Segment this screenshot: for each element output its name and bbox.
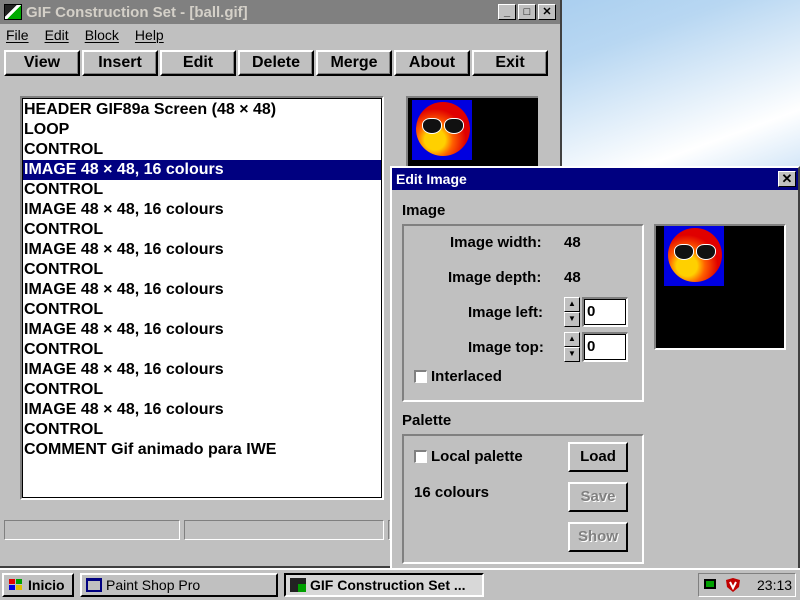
clock[interactable]: 23:13 [757,577,792,593]
dialog-title: Edit Image [396,171,467,187]
ball-image [664,226,724,286]
image-group-label: Image [402,202,446,219]
menu-bar: File Edit Block Help [0,24,560,46]
block-list-item[interactable]: HEADER GIF89a Screen (48 × 48) [22,100,382,120]
antivirus-shield-icon[interactable] [725,577,741,593]
exit-button[interactable]: Exit [472,50,548,76]
network-icon[interactable] [703,578,719,592]
main-title-bar[interactable]: GIF Construction Set - [ball.gif] _ □ ✕ [0,0,560,24]
start-button[interactable]: Inicio [2,573,74,597]
interlaced-checkbox-row[interactable]: Interlaced [414,368,502,385]
windows-logo-icon [9,579,22,590]
minimize-button[interactable]: _ [498,4,516,20]
insert-button[interactable]: Insert [82,50,158,76]
colours-count: 16 colours [414,484,490,501]
animation-preview [406,96,538,168]
task-paint-shop-pro[interactable]: Paint Shop Pro [80,573,278,597]
block-list-item[interactable]: LOOP [22,120,382,140]
block-list-item[interactable]: CONTROL [22,220,382,240]
palette-group-label: Palette [402,412,452,429]
local-palette-checkbox-row[interactable]: Local palette [414,448,523,465]
load-button[interactable]: Load [568,442,628,472]
block-list-item[interactable]: CONTROL [22,300,382,320]
frame-preview [654,224,786,350]
edit-button[interactable]: Edit [160,50,236,76]
block-list-item[interactable]: CONTROL [22,340,382,360]
menu-file[interactable]: File [6,27,29,43]
image-left-input[interactable]: 0 [582,297,628,327]
image-top-input[interactable]: 0 [582,332,628,362]
image-top-spinner[interactable]: ▲ ▼ [564,332,580,362]
image-depth-value: 48 [564,269,581,286]
block-list-item[interactable]: IMAGE 48 × 48, 16 colours [22,280,382,300]
image-depth-label: Image depth: [448,269,542,286]
view-button[interactable]: View [4,50,80,76]
maximize-button[interactable]: □ [518,4,536,20]
system-tray: 23:13 [698,573,796,597]
interlaced-label: Interlaced [431,368,502,385]
image-top-label: Image top: [468,339,544,356]
close-button[interactable]: ✕ [538,4,556,20]
dialog-close-button[interactable]: ✕ [778,171,796,187]
delete-button[interactable]: Delete [238,50,314,76]
window-title: GIF Construction Set - [ball.gif] [26,3,248,21]
dialog-title-bar[interactable]: Edit Image ✕ [392,168,798,190]
task-gif-construction-set[interactable]: GIF Construction Set ... [284,573,484,597]
menu-block[interactable]: Block [85,27,119,43]
block-list-item[interactable]: IMAGE 48 × 48, 16 colours [22,160,382,180]
block-list-item[interactable]: IMAGE 48 × 48, 16 colours [22,240,382,260]
block-list-item[interactable]: IMAGE 48 × 48, 16 colours [22,320,382,340]
block-list-item[interactable]: IMAGE 48 × 48, 16 colours [22,360,382,380]
interlaced-checkbox[interactable] [414,370,427,383]
edit-image-dialog: Edit Image ✕ Image Image width: 48 Image… [390,166,800,570]
start-label: Inicio [28,577,65,593]
block-list-item[interactable]: CONTROL [22,180,382,200]
image-left-spinner[interactable]: ▲ ▼ [564,297,580,327]
gif-construction-set-icon [290,578,306,592]
status-cell-1 [4,520,180,540]
image-width-label: Image width: [450,234,542,251]
save-button[interactable]: Save [568,482,628,512]
local-palette-checkbox[interactable] [414,450,427,463]
block-list-item[interactable]: IMAGE 48 × 48, 16 colours [22,200,382,220]
about-button[interactable]: About [394,50,470,76]
block-list-item[interactable]: CONTROL [22,380,382,400]
block-list-item[interactable]: CONTROL [22,420,382,440]
toolbar: View Insert Edit Delete Merge About Exit [4,50,548,76]
spin-down-icon[interactable]: ▼ [564,347,580,362]
block-list-item[interactable]: IMAGE 48 × 48, 16 colours [22,400,382,420]
menu-edit[interactable]: Edit [45,27,69,43]
image-left-label: Image left: [468,304,544,321]
local-palette-label: Local palette [431,448,523,465]
block-list-item[interactable]: CONTROL [22,140,382,160]
task-label: Paint Shop Pro [106,577,201,593]
image-width-value: 48 [564,234,581,251]
spin-up-icon[interactable]: ▲ [564,332,580,347]
app-icon[interactable] [4,4,22,20]
taskbar: Inicio Paint Shop Pro GIF Construction S… [0,568,800,600]
block-list-item[interactable]: CONTROL [22,260,382,280]
task-label: GIF Construction Set ... [310,577,466,593]
show-button[interactable]: Show [568,522,628,552]
menu-help[interactable]: Help [135,27,164,43]
block-list-item[interactable]: COMMENT Gif animado para IWE [22,440,382,460]
paint-shop-pro-icon [86,578,102,592]
spin-down-icon[interactable]: ▼ [564,312,580,327]
block-list[interactable]: HEADER GIF89a Screen (48 × 48) LOOP CONTRO… [20,96,384,500]
spin-up-icon[interactable]: ▲ [564,297,580,312]
ball-image [412,100,472,160]
status-cell-2 [184,520,384,540]
merge-button[interactable]: Merge [316,50,392,76]
